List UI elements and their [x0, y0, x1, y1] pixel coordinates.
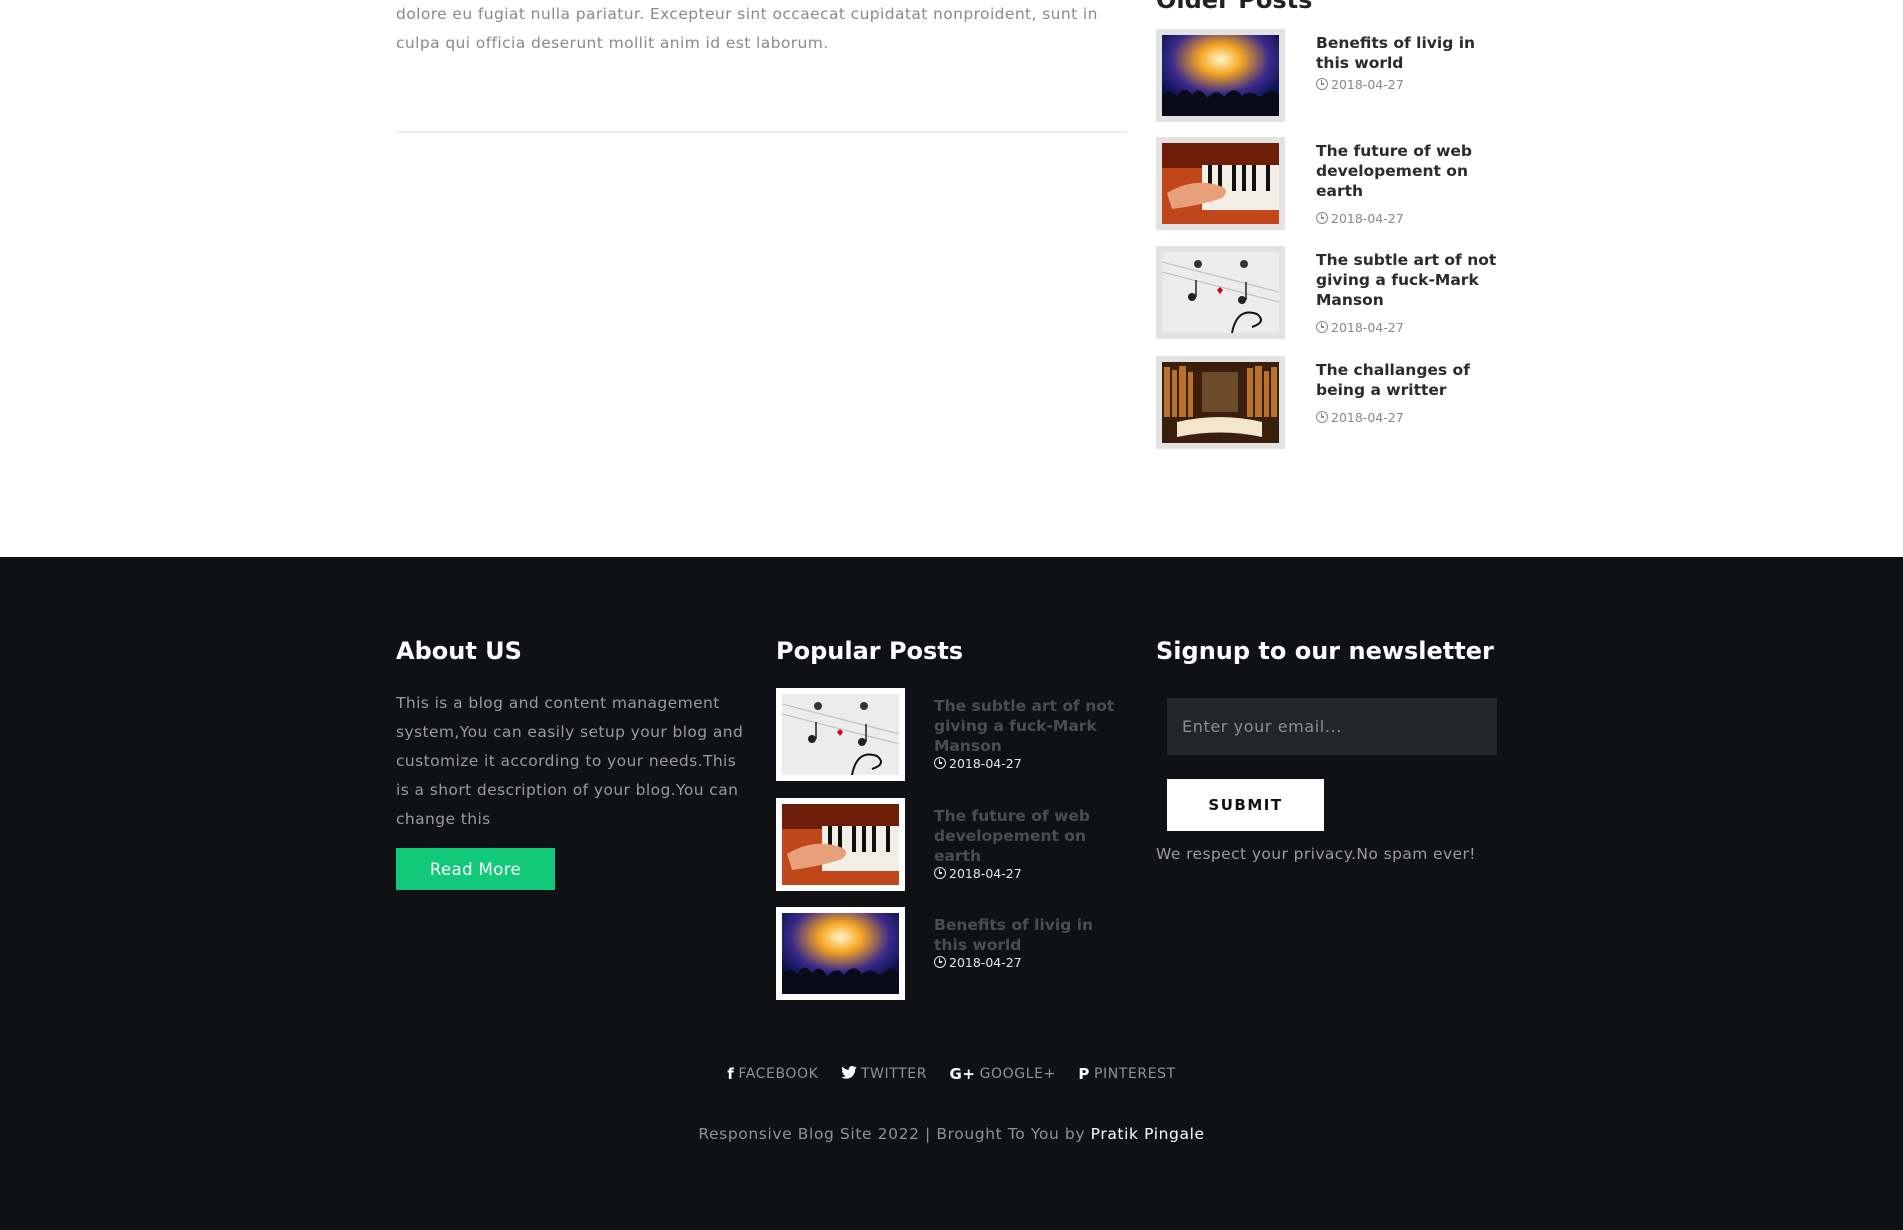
privacy-note: We respect your privacy.No spam ever!	[1156, 845, 1476, 863]
piano-image	[782, 804, 899, 885]
post-date: 2018-04-27	[934, 866, 1022, 881]
sidebar-post[interactable]: The future of web developement on earth …	[1156, 137, 1496, 233]
clock-icon	[1316, 78, 1328, 90]
post-thumbnail[interactable]	[776, 688, 905, 781]
post-thumbnail[interactable]	[776, 798, 905, 891]
post-date: 2018-04-27	[1316, 320, 1404, 335]
google-plus-icon: G+	[949, 1065, 976, 1083]
post-date: 2018-04-27	[1316, 77, 1404, 92]
clock-icon	[1316, 212, 1328, 224]
about-text: This is a blog and content management sy…	[396, 694, 744, 828]
post-title[interactable]: The subtle art of not giving a fuck-Mark…	[1316, 250, 1506, 310]
post-thumbnail[interactable]	[1156, 246, 1285, 339]
post-thumbnail[interactable]	[1156, 356, 1285, 449]
about-heading: About US	[396, 637, 522, 665]
facebook-icon: f	[727, 1065, 735, 1083]
clock-icon	[934, 757, 946, 769]
article-divider	[396, 131, 1127, 133]
post-title[interactable]: The future of web developement on earth	[934, 806, 1129, 866]
site-footer: About US This is a blog and content mana…	[0, 557, 1903, 1230]
post-thumbnail[interactable]	[1156, 29, 1285, 122]
facebook-link[interactable]: f FACEBOOK	[727, 1065, 818, 1083]
pinterest-icon: P	[1078, 1065, 1090, 1083]
music-notes-image	[1162, 252, 1279, 333]
twitter-icon	[841, 1065, 857, 1083]
concert-image	[1162, 35, 1279, 116]
sidebar-post[interactable]: The challanges of being a writter 2018-0…	[1156, 356, 1496, 452]
clock-icon	[934, 956, 946, 968]
post-title[interactable]: Benefits of livig in this world	[1316, 33, 1506, 73]
submit-button[interactable]: SUBMIT	[1167, 779, 1324, 831]
pinterest-link[interactable]: P PINTEREST	[1078, 1065, 1175, 1083]
article-text-tail: dolore eu fugiat nulla pariatur. Excepte…	[396, 5, 1098, 52]
sidebar-post[interactable]: The subtle art of not giving a fuck-Mark…	[1156, 246, 1496, 342]
post-title[interactable]: Benefits of livig in this world	[934, 915, 1129, 955]
popular-posts-heading: Popular Posts	[776, 637, 964, 665]
twitter-link[interactable]: TWITTER	[841, 1065, 927, 1083]
post-title[interactable]: The challanges of being a writter	[1316, 360, 1506, 400]
post-date: 2018-04-27	[934, 955, 1022, 970]
newsletter-heading: Signup to our newsletter	[1156, 637, 1494, 665]
post-title[interactable]: The future of web developement on earth	[1316, 141, 1506, 201]
concert-image	[782, 913, 899, 994]
post-title[interactable]: The subtle art of not giving a fuck-Mark…	[934, 696, 1129, 756]
author-link[interactable]: Pratik Pingale	[1091, 1125, 1205, 1143]
post-thumbnail[interactable]	[1156, 137, 1285, 230]
books-image	[1162, 362, 1279, 443]
post-date: 2018-04-27	[1316, 211, 1404, 226]
clock-icon	[1316, 321, 1328, 333]
post-date: 2018-04-27	[934, 756, 1022, 771]
read-more-button[interactable]: Read More	[396, 848, 555, 890]
post-thumbnail[interactable]	[776, 907, 905, 1000]
post-date: 2018-04-27	[1316, 410, 1404, 425]
music-notes-image	[782, 694, 899, 775]
clock-icon	[934, 867, 946, 879]
popular-post[interactable]: The subtle art of not giving a fuck-Mark…	[776, 688, 1136, 784]
footer-credits: Responsive Blog Site 2022 | Brought To Y…	[698, 1125, 1205, 1143]
social-links: f FACEBOOK TWITTER G+ GOOGLE+ P PINTEREST	[0, 1065, 1903, 1083]
piano-image	[1162, 143, 1279, 224]
clock-icon	[1316, 411, 1328, 423]
older-posts-heading: Older Posts	[1156, 0, 1313, 14]
popular-post[interactable]: The future of web developement on earth …	[776, 798, 1136, 894]
sidebar-post[interactable]: Benefits of livig in this world 2018-04-…	[1156, 29, 1496, 125]
google-plus-link[interactable]: G+ GOOGLE+	[950, 1065, 1056, 1083]
popular-post[interactable]: Benefits of livig in this world 2018-04-…	[776, 907, 1136, 1003]
email-field[interactable]	[1167, 698, 1497, 755]
